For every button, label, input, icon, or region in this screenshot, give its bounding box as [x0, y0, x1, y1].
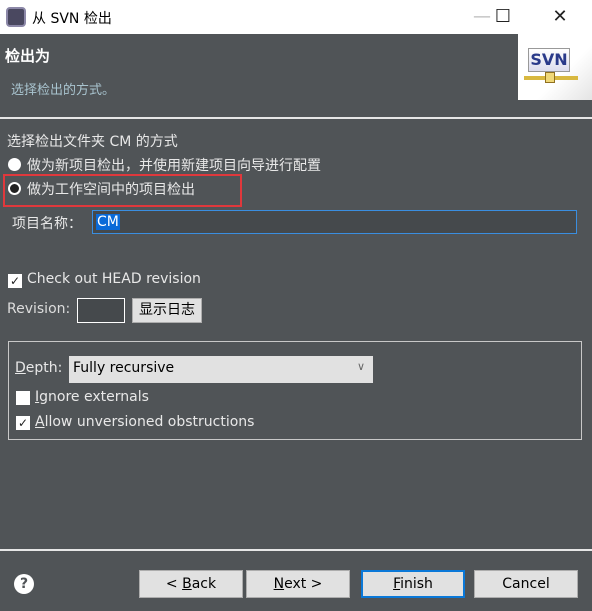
eclipse-app-icon [6, 7, 26, 27]
project-name-input[interactable]: CM [92, 210, 577, 234]
project-name-label: 项目名称： [12, 216, 82, 232]
page-description: 选择检出的方式。 [11, 83, 116, 98]
head-revision-checkbox[interactable]: ✓ [8, 274, 22, 288]
maximize-button[interactable]: ☐ [483, 4, 523, 30]
depth-select[interactable]: Fully recursive ∨ [69, 356, 373, 383]
wizard-header [0, 34, 592, 118]
revision-input[interactable] [77, 298, 125, 323]
revision-label: Revision: [7, 301, 71, 317]
header-separator [0, 117, 592, 119]
radio-new-project-label[interactable]: 做为新项目检出，并使用新建项目向导进行配置 [27, 155, 321, 175]
method-label: 选择检出文件夹 CM 的方式 [7, 134, 178, 150]
show-log-button[interactable]: 显示日志 [132, 298, 202, 323]
radio-new-project[interactable] [8, 158, 21, 171]
window-title: 从 SVN 检出 [32, 11, 112, 27]
ignore-externals-checkbox[interactable] [16, 391, 30, 405]
help-icon[interactable]: ? [14, 574, 34, 594]
next-button[interactable]: Next > [246, 570, 350, 598]
radio-workspace-project-label[interactable]: 做为工作空间中的项目检出 [27, 179, 195, 199]
ignore-externals-label[interactable]: Ignore externals [35, 389, 149, 405]
back-button[interactable]: < Back [139, 570, 243, 598]
svn-logo-text: SVN [528, 48, 570, 72]
head-revision-label[interactable]: Check out HEAD revision [27, 271, 201, 287]
chevron-down-icon: ∨ [356, 360, 365, 373]
page-title: 检出为 [5, 47, 51, 65]
close-button[interactable]: ✕ [540, 4, 580, 30]
depth-value: Fully recursive [73, 360, 175, 376]
svn-logo-knob [545, 72, 555, 83]
title-bar: 从 SVN 检出 — ☐ ✕ [0, 0, 592, 34]
depth-label: Depth: [15, 360, 63, 376]
allow-unversioned-label[interactable]: Allow unversioned obstructions [35, 414, 254, 430]
cancel-button[interactable]: Cancel [474, 570, 578, 598]
footer-separator [0, 549, 592, 551]
radio-workspace-project[interactable] [8, 182, 21, 195]
allow-unversioned-checkbox[interactable]: ✓ [16, 416, 30, 430]
finish-button[interactable]: Finish [361, 570, 465, 598]
project-name-value: CM [96, 214, 120, 230]
